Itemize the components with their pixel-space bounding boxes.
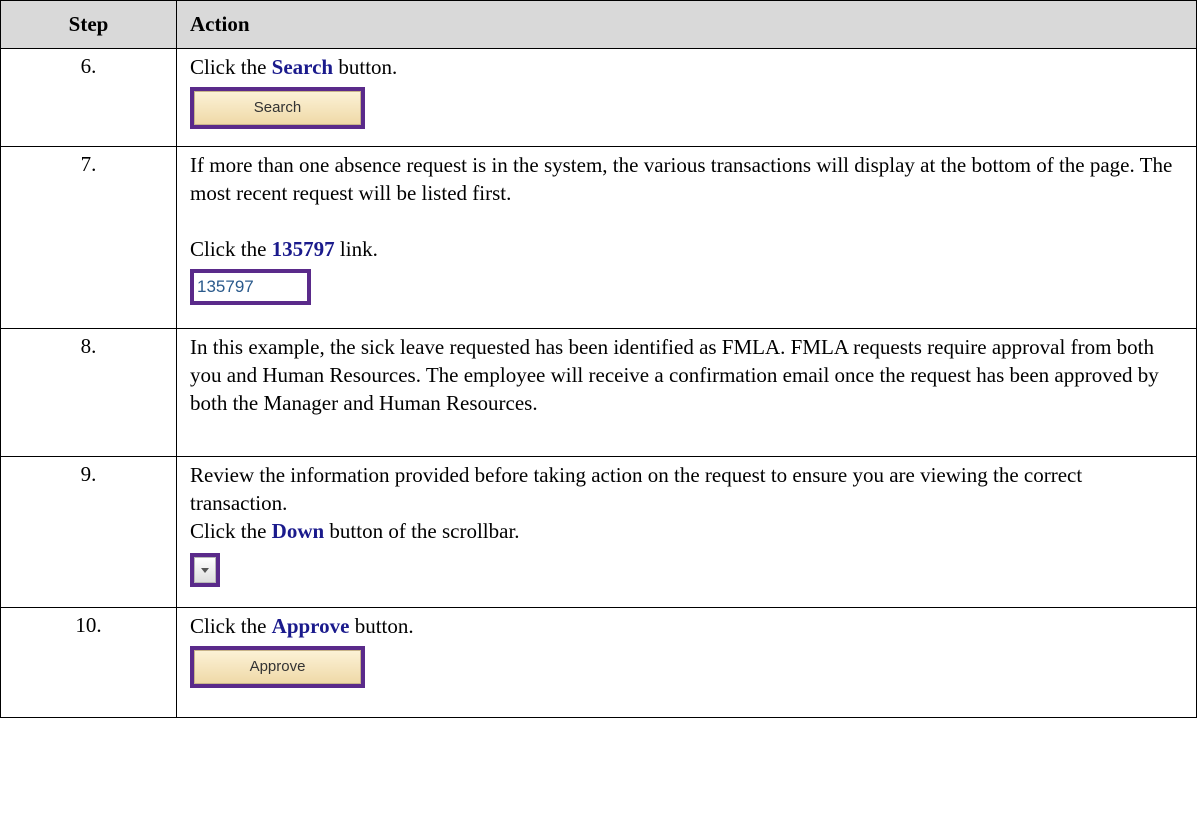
instruction-text: Click the Search button. [190, 55, 398, 79]
table-header-row: Step Action [0, 0, 1197, 49]
approve-button-image: Approve [190, 646, 365, 688]
document-page: Step Action 6. Click the Search button. … [0, 0, 1199, 813]
keyword: Approve [271, 614, 350, 638]
keyword: Down [271, 519, 325, 543]
action-cell: In this example, the sick leave requeste… [176, 328, 1197, 457]
table-row: 6. Click the Search button. Search [0, 48, 1197, 147]
search-button-image: Search [190, 87, 365, 129]
link-image: 135797 [190, 269, 311, 305]
action-cell: Click the Approve button. Approve [176, 607, 1197, 718]
step-number: 8. [0, 328, 177, 457]
instruction-text: Click the Down button of the scrollbar. [190, 519, 520, 543]
intro-text: Review the information provided before t… [190, 463, 1083, 515]
steps-table: Step Action 6. Click the Search button. … [0, 0, 1197, 718]
table-row: 10. Click the Approve button. Approve [0, 607, 1197, 718]
action-cell: If more than one absence request is in t… [176, 146, 1197, 329]
step-number: 6. [0, 48, 177, 147]
intro-text: If more than one absence request is in t… [190, 153, 1173, 205]
instruction-text: Click the 135797 link. [190, 237, 378, 261]
action-cell: Click the Search button. Search [176, 48, 1197, 147]
link-label: 135797 [197, 277, 254, 296]
instruction-text: Click the Approve button. [190, 614, 414, 638]
search-button-label: Search [194, 91, 361, 125]
scroll-down-arrow-icon [194, 557, 216, 583]
step-number: 7. [0, 146, 177, 329]
table-row: 7. If more than one absence request is i… [0, 146, 1197, 329]
scroll-down-button-image [190, 553, 220, 587]
table-row: 9. Review the information provided befor… [0, 456, 1197, 608]
step-number: 10. [0, 607, 177, 718]
paragraph-text: In this example, the sick leave requeste… [190, 335, 1159, 415]
step-number: 9. [0, 456, 177, 608]
keyword: 135797 [271, 237, 335, 261]
step-column-header: Step [0, 0, 177, 49]
approve-button-label: Approve [194, 650, 361, 684]
action-column-header: Action [176, 0, 1197, 49]
action-cell: Review the information provided before t… [176, 456, 1197, 608]
table-row: 8. In this example, the sick leave reque… [0, 328, 1197, 457]
keyword: Search [271, 55, 334, 79]
